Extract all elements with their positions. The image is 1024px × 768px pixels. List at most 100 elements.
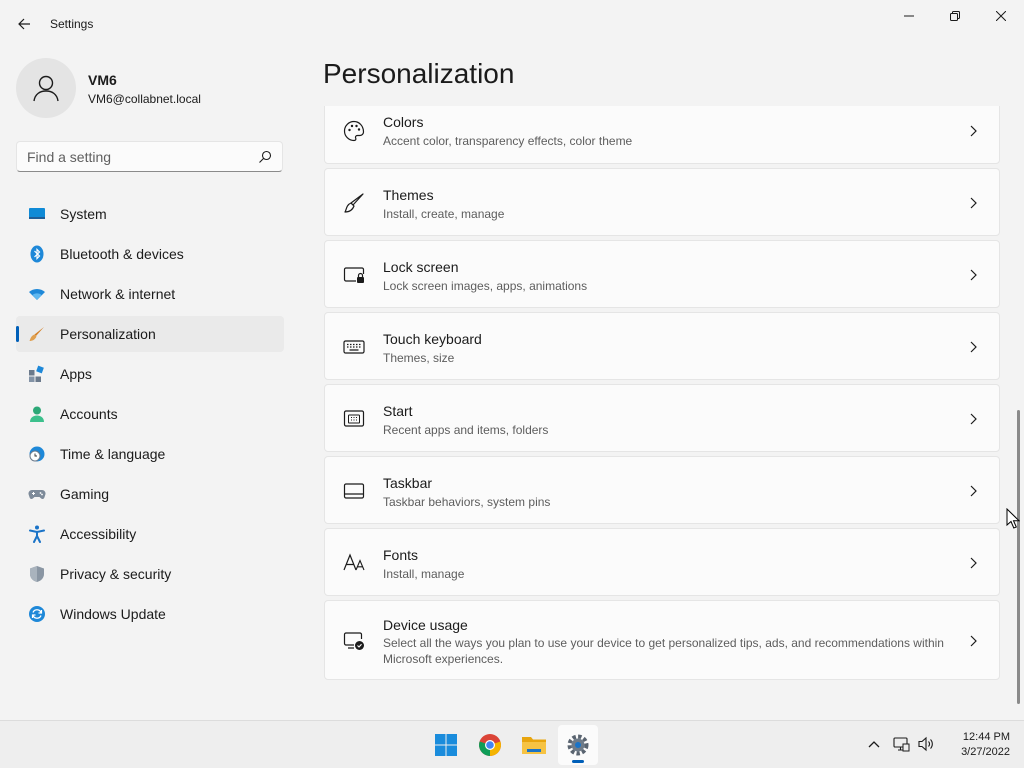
card-subtitle: Recent apps and items, folders [383, 423, 549, 437]
sidebar-item-label: Apps [60, 366, 92, 382]
taskbar-clock[interactable]: 12:44 PM 3/27/2022 [940, 730, 1010, 760]
restore-button[interactable] [932, 0, 978, 32]
accessibility-icon [28, 525, 46, 543]
show-hidden-icons-button[interactable] [865, 735, 883, 753]
speaker-icon [918, 736, 933, 752]
sidebar-item-label: Network & internet [60, 286, 176, 302]
chevron-right-icon [970, 557, 977, 569]
lock-screen-card[interactable]: Lock screen Lock screen images, apps, an… [324, 240, 1000, 308]
monitor-icon [28, 205, 46, 223]
scrollbar[interactable] [1017, 410, 1020, 704]
globe-clock-icon [28, 445, 46, 463]
user-name: VM6 [88, 72, 117, 88]
update-icon [28, 605, 46, 623]
sidebar-item-time-language[interactable]: Time & language [16, 436, 284, 472]
search-icon[interactable] [258, 150, 272, 164]
sidebar-item-bluetooth-devices[interactable]: Bluetooth & devices [16, 236, 284, 272]
taskbar-start-button[interactable] [426, 725, 466, 765]
minimize-button[interactable] [886, 0, 932, 32]
chrome-icon [479, 734, 501, 756]
chevron-right-icon [970, 269, 977, 281]
sidebar-item-gaming[interactable]: Gaming [16, 476, 284, 512]
bluetooth-icon [28, 245, 46, 263]
shield-icon [28, 565, 46, 583]
active-app-indicator [572, 760, 584, 763]
sidebar-item-label: System [60, 206, 107, 222]
minimize-icon [904, 15, 914, 17]
chevron-right-icon [970, 635, 977, 647]
taskbar-settings-button[interactable] [558, 725, 598, 765]
settings-gear-icon [567, 734, 589, 756]
avatar [16, 58, 76, 118]
close-button[interactable] [978, 0, 1024, 32]
brush-icon [342, 191, 366, 215]
ethernet-icon [893, 737, 910, 752]
card-subtitle: Install, create, manage [383, 207, 505, 221]
chevron-right-icon [970, 485, 977, 497]
device-usage-icon [342, 629, 366, 653]
sidebar-item-privacy-security[interactable]: Privacy & security [16, 556, 284, 592]
mouse-cursor-icon [1006, 508, 1020, 529]
taskbar-chrome-button[interactable] [470, 725, 510, 765]
keyboard-icon [342, 335, 366, 359]
card-title: Touch keyboard [383, 331, 482, 347]
themes-card[interactable]: Themes Install, create, manage [324, 168, 1000, 236]
chevron-right-icon [970, 125, 977, 137]
sidebar-item-system[interactable]: System [16, 196, 284, 232]
card-title: Fonts [383, 547, 419, 563]
sidebar-item-personalization[interactable]: Personalization [16, 316, 284, 352]
card-title: Themes [383, 187, 434, 203]
sidebar-item-network-internet[interactable]: Network & internet [16, 276, 284, 312]
search-box[interactable] [16, 141, 283, 172]
sidebar-item-label: Accounts [60, 406, 118, 422]
taskbar-icon [342, 479, 366, 503]
card-subtitle: Lock screen images, apps, animations [383, 279, 588, 293]
brush-icon [28, 325, 46, 343]
back-button[interactable] [12, 12, 36, 36]
apps-icon [28, 365, 46, 383]
sidebar-item-label: Time & language [60, 446, 166, 462]
user-email: VM6@collabnet.local [88, 92, 201, 106]
back-arrow-icon [18, 18, 30, 30]
sidebar-item-apps[interactable]: Apps [16, 356, 284, 392]
card-title: Lock screen [383, 259, 459, 275]
user-profile[interactable]: VM6 VM6@collabnet.local [16, 58, 286, 118]
chevron-right-icon [970, 197, 977, 209]
search-input[interactable] [27, 148, 252, 166]
fonts-icon [342, 551, 366, 575]
windows-logo-icon [435, 734, 457, 756]
person-icon [33, 75, 59, 102]
sidebar-item-accessibility[interactable]: Accessibility [16, 516, 284, 552]
taskbar-card[interactable]: Taskbar Taskbar behaviors, system pins [324, 456, 1000, 524]
taskbar-file-explorer-button[interactable] [514, 725, 554, 765]
card-title: Colors [383, 114, 424, 130]
start-card[interactable]: Start Recent apps and items, folders [324, 384, 1000, 452]
sidebar-item-windows-update[interactable]: Windows Update [16, 596, 284, 632]
colors-card[interactable]: Colors Accent color, transparency effect… [324, 106, 1000, 164]
card-title: Taskbar [383, 475, 433, 491]
clock-date: 3/27/2022 [961, 746, 1010, 758]
sidebar-item-label: Personalization [60, 326, 156, 342]
sidebar-nav: System Bluetooth & devices Network & int… [16, 196, 284, 636]
touch-keyboard-card[interactable]: Touch keyboard Themes, size [324, 312, 1000, 380]
chevron-right-icon [970, 413, 977, 425]
start-icon [342, 407, 366, 431]
card-subtitle: Themes, size [383, 351, 455, 365]
device-usage-card[interactable]: Device usage Select all the ways you pla… [324, 600, 1000, 680]
gamepad-icon [28, 485, 46, 503]
folder-icon [522, 737, 546, 754]
sidebar-item-accounts[interactable]: Accounts [16, 396, 284, 432]
person-icon [28, 405, 46, 423]
close-icon [996, 11, 1006, 21]
wifi-icon [28, 285, 46, 303]
chevron-right-icon [970, 341, 977, 353]
title-bar: Settings [0, 0, 1024, 48]
sidebar-item-label: Privacy & security [60, 566, 172, 582]
card-subtitle: Select all the ways you plan to use your… [383, 636, 944, 666]
card-subtitle: Taskbar behaviors, system pins [383, 495, 551, 509]
volume-button[interactable] [917, 735, 935, 753]
fonts-card[interactable]: Fonts Install, manage [324, 528, 1000, 596]
palette-icon [342, 119, 366, 143]
network-status-button[interactable] [892, 735, 910, 753]
app-title: Settings [50, 17, 94, 31]
